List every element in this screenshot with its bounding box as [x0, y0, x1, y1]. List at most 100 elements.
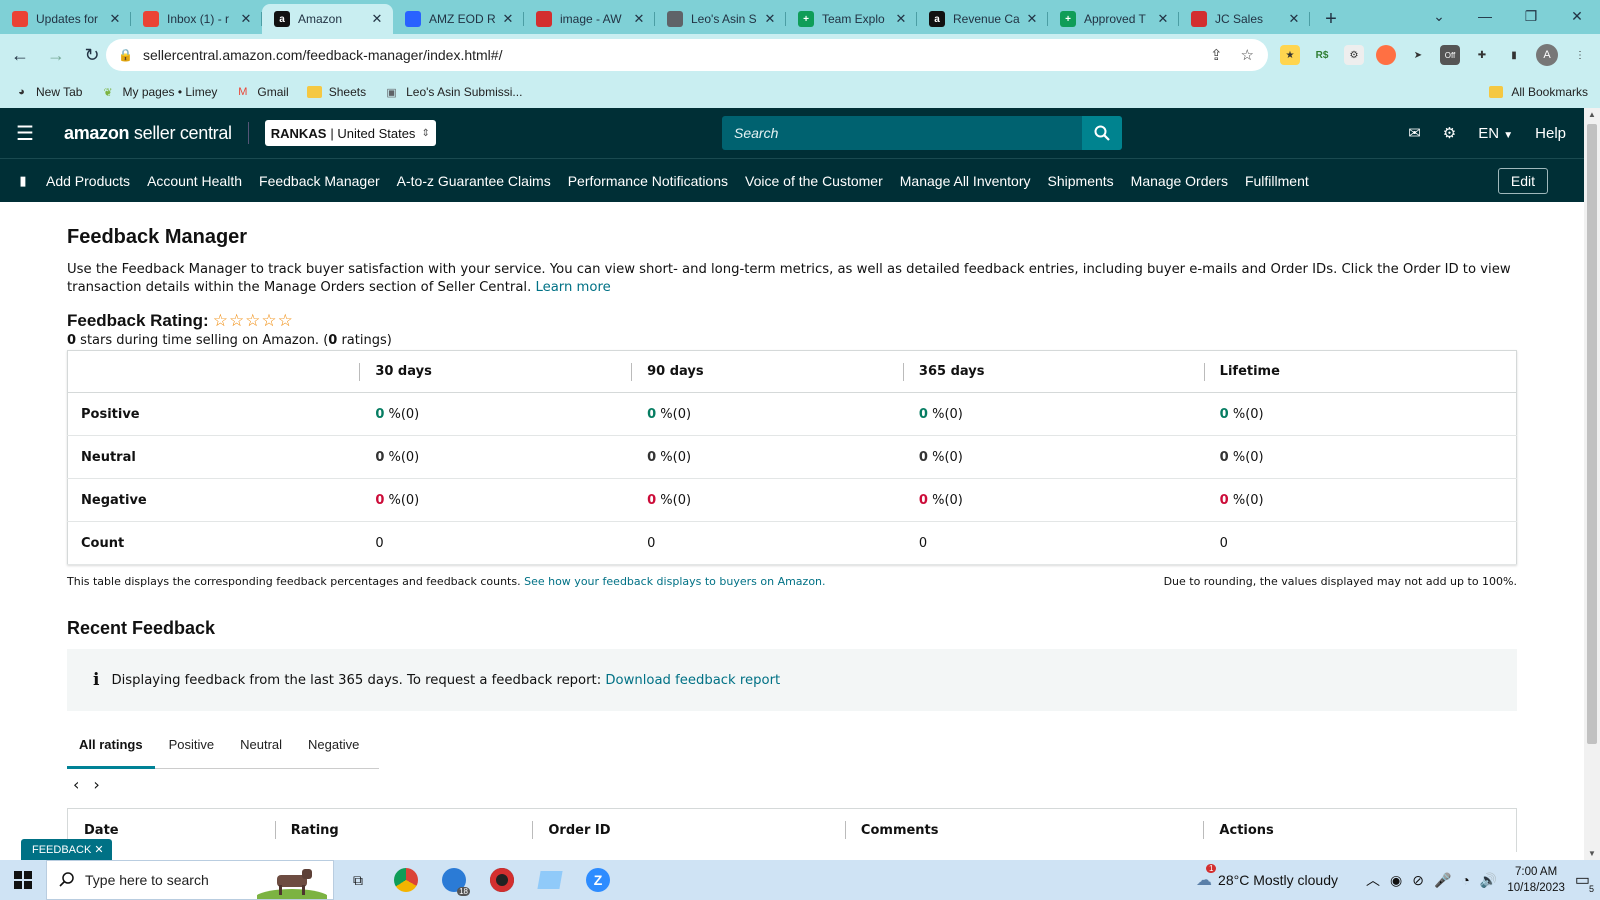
nav-item[interactable]: Manage All Inventory — [900, 173, 1031, 189]
zoom-icon[interactable]: Z — [574, 860, 622, 900]
menu-dots-icon[interactable]: ⋮ — [1570, 45, 1590, 65]
close-icon[interactable]: ✕ — [94, 844, 103, 856]
browser-tab[interactable]: a Revenue Ca ✕ — [917, 4, 1048, 34]
puzzle-icon[interactable]: ✚ — [1472, 45, 1492, 65]
language-select[interactable]: EN ▼ — [1478, 125, 1513, 142]
share-icon[interactable]: ⇪ — [1210, 46, 1223, 64]
close-tab-icon[interactable]: ✕ — [369, 11, 385, 27]
bookmark-item[interactable]: ◕ New Tab — [14, 85, 82, 100]
logo[interactable]: amazon seller central — [64, 123, 232, 144]
browser-tab[interactable]: image - AW ✕ — [524, 4, 655, 34]
browser-tab[interactable]: Updates for ✕ — [0, 4, 131, 34]
avatar[interactable]: A — [1536, 44, 1558, 66]
tab-negative[interactable]: Negative — [296, 733, 371, 768]
notifications-icon[interactable]: ▭ 5 — [1575, 870, 1594, 894]
nav-item[interactable]: Account Health — [147, 173, 242, 189]
search-box[interactable]: Search — [722, 116, 1122, 150]
task-view-icon[interactable]: ⧉ — [334, 860, 382, 900]
close-tab-icon[interactable]: ✕ — [893, 11, 909, 27]
edit-button[interactable]: Edit — [1497, 167, 1548, 194]
clock[interactable]: 7:00 AM 10/18/2023 — [1507, 864, 1565, 896]
close-tab-icon[interactable]: ✕ — [238, 11, 254, 27]
restore-button[interactable]: ❐ — [1508, 0, 1554, 32]
tray-icon[interactable]: ⊘ — [1412, 872, 1424, 889]
app-icon[interactable] — [478, 860, 526, 900]
scroll-up-icon[interactable]: ▲ — [1584, 110, 1600, 119]
close-tab-icon[interactable]: ✕ — [1286, 11, 1302, 27]
browser-tab[interactable]: a Amazon ✕ — [262, 4, 393, 34]
bookmark-item[interactable]: ❦ My pages • Limey — [100, 85, 217, 100]
wifi-icon[interactable]: ◔ — [1461, 872, 1469, 888]
new-tab-button[interactable]: + — [1316, 4, 1346, 34]
nav-item[interactable]: Manage Orders — [1131, 173, 1228, 189]
extension-icon[interactable]: ⚙ — [1344, 45, 1364, 65]
address-bar[interactable]: 🔒 sellercentral.amazon.com/feedback-mana… — [106, 39, 1268, 71]
lock-icon[interactable]: 🔒 — [118, 48, 133, 62]
back-icon[interactable]: ← — [4, 39, 36, 71]
side-panel-icon[interactable]: ▮ — [1504, 45, 1524, 65]
extension-icon[interactable]: R$ — [1312, 45, 1332, 65]
windows-start-icon[interactable] — [0, 860, 46, 900]
nav-item[interactable]: Shipments — [1048, 173, 1114, 189]
chevron-right-icon[interactable]: › — [93, 775, 99, 794]
volume-icon[interactable]: 🔊 — [1480, 872, 1497, 889]
bookmark-item[interactable]: ▣ Leo's Asin Submissi... — [384, 85, 522, 100]
feedback-button[interactable]: FEEDBACK ✕ — [21, 839, 112, 861]
all-bookmarks[interactable]: All Bookmarks — [1489, 85, 1588, 99]
extension-icon[interactable]: ★ — [1280, 45, 1300, 65]
tray-icon[interactable]: ◉ — [1390, 872, 1402, 889]
download-report-link[interactable]: Download feedback report — [605, 673, 780, 688]
reload-icon[interactable]: ↻ — [76, 39, 108, 71]
edge-icon[interactable]: 18 — [430, 860, 478, 900]
scroll-thumb[interactable] — [1587, 124, 1597, 744]
close-window-button[interactable]: ✕ — [1554, 0, 1600, 32]
nav-item[interactable]: Performance Notifications — [568, 173, 728, 189]
taskbar-search[interactable]: Type here to search — [46, 860, 334, 900]
bookmark-item[interactable]: Sheets — [306, 85, 366, 99]
account-switcher[interactable]: RANKAS | United States ⇕ — [264, 120, 436, 146]
forward-icon[interactable]: → — [40, 39, 72, 71]
nav-item[interactable]: Add Products — [46, 173, 130, 189]
learn-more-link[interactable]: Learn more — [536, 280, 611, 295]
chevron-up-icon[interactable]: ︿ — [1366, 870, 1380, 890]
microphone-icon[interactable]: 🎤 — [1434, 872, 1451, 889]
feedback-display-link[interactable]: See how your feedback displays to buyers… — [524, 575, 825, 588]
weather-widget[interactable]: ☁ 1 28°C Mostly cloudy — [1196, 864, 1338, 890]
extension-icon[interactable]: Off — [1440, 45, 1460, 65]
nav-item[interactable]: Fulfillment — [1245, 173, 1309, 189]
scroll-down-icon[interactable]: ▼ — [1584, 849, 1600, 858]
tab-neutral[interactable]: Neutral — [228, 733, 294, 768]
browser-tab[interactable]: Leo's Asin S ✕ — [655, 4, 786, 34]
nav-item[interactable]: A-to-z Guarantee Claims — [397, 173, 551, 189]
close-tab-icon[interactable]: ✕ — [500, 11, 516, 27]
mail-icon[interactable]: ✉ — [1408, 124, 1421, 142]
browser-tab[interactable]: + Approved T ✕ — [1048, 4, 1179, 34]
bookmark-icon[interactable]: ▮ — [0, 173, 46, 189]
chrome-icon[interactable] — [382, 860, 430, 900]
browser-tab[interactable]: + Team Explo ✕ — [786, 4, 917, 34]
taskbar-search-input[interactable]: Type here to search — [85, 872, 209, 888]
nav-item[interactable]: Feedback Manager — [259, 173, 380, 189]
nav-item[interactable]: Voice of the Customer — [745, 173, 883, 189]
close-tab-icon[interactable]: ✕ — [762, 11, 778, 27]
extension-icon[interactable]: ➤ — [1408, 45, 1428, 65]
vertical-scrollbar[interactable]: ▲ ▼ — [1584, 108, 1600, 860]
gear-icon[interactable]: ⚙ — [1443, 124, 1456, 142]
close-tab-icon[interactable]: ✕ — [1155, 11, 1171, 27]
chevron-left-icon[interactable]: ‹ — [73, 775, 79, 794]
browser-tab[interactable]: JC Sales ✕ — [1179, 4, 1310, 34]
help-link[interactable]: Help — [1535, 125, 1566, 142]
menu-icon[interactable]: ☰ — [0, 121, 50, 146]
bookmark-star-icon[interactable]: ☆ — [1241, 46, 1254, 64]
browser-tab[interactable]: Inbox (1) - r ✕ — [131, 4, 262, 34]
bookmark-item[interactable]: M Gmail — [235, 85, 288, 100]
close-tab-icon[interactable]: ✕ — [107, 11, 123, 27]
search-icon[interactable] — [1082, 116, 1122, 150]
tab-positive[interactable]: Positive — [157, 733, 227, 768]
minimize-button[interactable]: — — [1462, 0, 1508, 32]
browser-tab[interactable]: AMZ EOD R ✕ — [393, 4, 524, 34]
app-icon[interactable] — [526, 860, 574, 900]
tab-search-icon[interactable]: ⌄ — [1416, 0, 1462, 32]
extension-icon[interactable] — [1376, 45, 1396, 65]
close-tab-icon[interactable]: ✕ — [1024, 11, 1040, 27]
